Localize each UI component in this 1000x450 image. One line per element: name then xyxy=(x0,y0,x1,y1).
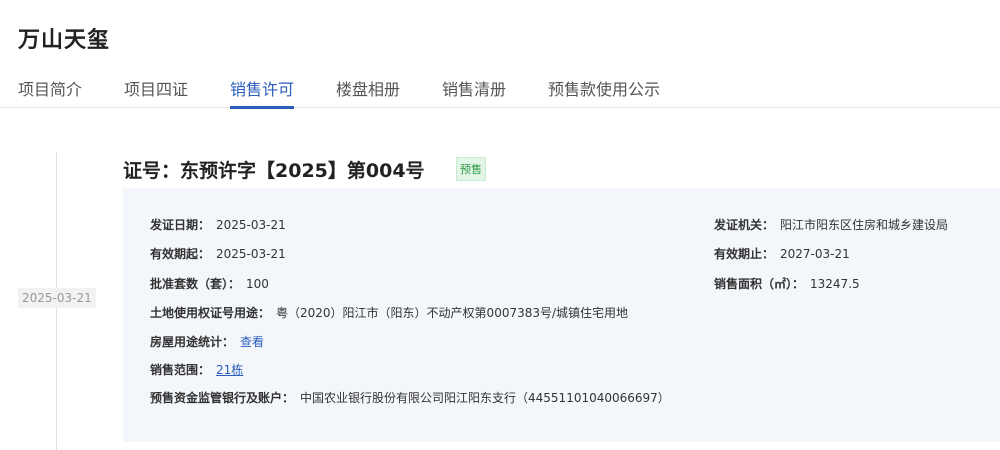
scope-building-link[interactable]: 21栋 xyxy=(216,363,243,377)
project-title: 万山天玺 xyxy=(18,28,111,53)
land-value: 粤（2020）阳江市（阳东）不动产权第0007383号/城镇住宅用地 xyxy=(276,306,629,320)
area-value: 13247.5 xyxy=(810,277,860,291)
valid-from-row: 有效期起： 2025-03-21 xyxy=(150,245,286,262)
bank-label: 预售资金监管银行及账户： xyxy=(150,391,295,405)
authority-value: 阳江市阳东区住房和城乡建设局 xyxy=(780,218,949,232)
permit-details-panel: 发证日期： 2025-03-21 发证机关： 阳江市阳东区住房和城乡建设局 有效期起… xyxy=(123,188,1000,442)
permit-title: 证号：东预许字【2025】第004号 xyxy=(123,160,425,182)
authority-row: 发证机关： 阳江市阳东区住房和城乡建设局 xyxy=(714,216,948,233)
valid-from-value: 2025-03-21 xyxy=(216,247,286,261)
tab-project-intro[interactable]: 项目简介 xyxy=(18,76,82,108)
tab-four-certificates[interactable]: 项目四证 xyxy=(124,76,188,108)
tab-bar: 项目简介 项目四证 销售许可 楼盘相册 销售清册 预售款使用公示 xyxy=(0,62,1000,109)
units-row: 批准套数（套）： 100 xyxy=(150,275,269,292)
scope-row: 销售范围： 21栋 xyxy=(150,361,243,378)
area-label: 销售面积（㎡）： xyxy=(714,277,805,291)
usage-label: 房屋用途统计： xyxy=(150,335,235,349)
land-row: 土地使用权证号用途： 粤（2020）阳江市（阳东）不动产权第0007383号/城镇… xyxy=(150,304,628,321)
usage-view-link[interactable]: 查看 xyxy=(240,335,264,349)
tab-photo-album[interactable]: 楼盘相册 xyxy=(336,76,400,108)
timeline-date: 2025-03-21 xyxy=(18,288,96,308)
tab-presale-funds[interactable]: 预售款使用公示 xyxy=(548,76,660,108)
issue-date-value: 2025-03-21 xyxy=(216,218,286,232)
area-row: 销售面积（㎡）： 13247.5 xyxy=(714,275,860,292)
units-value: 100 xyxy=(246,277,269,291)
valid-from-label: 有效期起： xyxy=(150,247,211,261)
tab-sales-permit[interactable]: 销售许可 xyxy=(230,76,295,109)
units-label: 批准套数（套）： xyxy=(150,277,241,291)
bank-value: 中国农业银行股份有限公司阳江阳东支行（44551101040066697） xyxy=(300,391,670,405)
usage-row: 房屋用途统计： 查看 xyxy=(150,333,264,350)
scope-label: 销售范围： xyxy=(150,363,211,377)
status-badge: 预售 xyxy=(456,157,486,181)
valid-to-value: 2027-03-21 xyxy=(780,247,850,261)
land-label: 土地使用权证号用途： xyxy=(150,306,271,320)
issue-date-label: 发证日期： xyxy=(150,218,211,232)
tab-sales-list[interactable]: 销售清册 xyxy=(442,76,506,108)
issue-date-row: 发证日期： 2025-03-21 xyxy=(150,216,286,233)
valid-to-label: 有效期止： xyxy=(714,247,775,261)
bank-row: 预售资金监管银行及账户： 中国农业银行股份有限公司阳江阳东支行（445511010… xyxy=(150,389,670,406)
authority-label: 发证机关： xyxy=(714,218,775,232)
valid-to-row: 有效期止： 2027-03-21 xyxy=(714,245,850,262)
